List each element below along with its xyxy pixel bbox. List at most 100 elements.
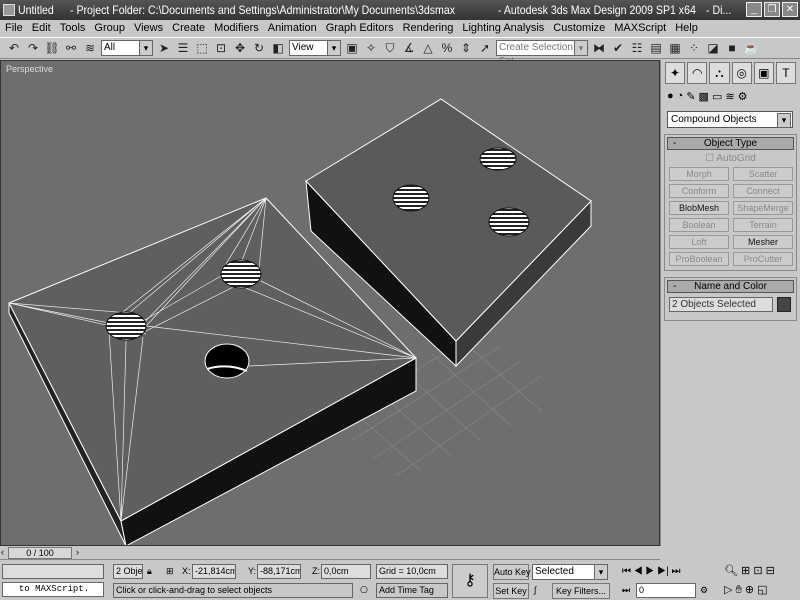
proboolean-button[interactable]: ProBoolean	[669, 252, 729, 266]
menu-graph-editors[interactable]: Graph Editors	[326, 20, 394, 37]
category-dropdown[interactable]: Compound Objects	[667, 111, 793, 128]
material-editor-icon[interactable]: ⁘	[686, 40, 702, 56]
bind-space-warp-icon[interactable]: ≋	[82, 40, 98, 56]
menu-customize[interactable]: Customize	[553, 20, 605, 37]
pivot-icon[interactable]: ▣	[344, 40, 360, 56]
helpers-icon[interactable]: ▭	[712, 90, 722, 103]
render-setup-icon[interactable]: ◪	[705, 40, 721, 56]
reference-coord-dropdown[interactable]: View	[289, 40, 341, 56]
menu-help[interactable]: Help	[675, 20, 698, 37]
shapes-icon[interactable]: ◔	[677, 90, 684, 103]
key-mode-toggle-icon[interactable]: ⏭	[622, 583, 630, 598]
rendered-frame-icon[interactable]: ■	[724, 40, 740, 56]
modify-tab-icon[interactable]: ◠	[687, 62, 708, 84]
named-selection-set-dropdown[interactable]: Create Selection Set	[496, 40, 588, 67]
play-icon[interactable]: ▶	[645, 566, 654, 577]
schematic-view-icon[interactable]: ▦	[667, 40, 683, 56]
lock-icon[interactable]: 🔒︎	[147, 564, 152, 579]
rotate-icon[interactable]: ↻	[251, 40, 267, 56]
menu-file[interactable]: File	[5, 20, 23, 37]
menu-modifiers[interactable]: Modifiers	[214, 20, 259, 37]
zoom-extents-all-icon[interactable]: ⊟	[766, 565, 775, 577]
time-slider[interactable]: ‹ 0 / 100 ›	[0, 546, 660, 560]
boolean-button[interactable]: Boolean	[669, 218, 729, 232]
time-slider-thumb[interactable]: 0 / 100	[8, 547, 72, 559]
key-mode-dropdown[interactable]: Selected	[532, 564, 608, 580]
name-color-header[interactable]: - Name and Color	[667, 280, 794, 293]
orbit-icon[interactable]: ⊕	[745, 584, 754, 596]
isolate-icon[interactable]: ⎔	[360, 583, 368, 598]
space-warps-icon[interactable]: ≋	[725, 90, 734, 103]
window-crossing-icon[interactable]: ⊡	[213, 40, 229, 56]
menu-create[interactable]: Create	[172, 20, 205, 37]
absolute-mode-icon[interactable]: ⊞	[166, 564, 174, 579]
object-type-header[interactable]: - Object Type	[667, 137, 794, 150]
curve-editor-icon[interactable]: ▤	[648, 40, 664, 56]
terrain-button[interactable]: Terrain	[733, 218, 793, 232]
selection-filter-dropdown[interactable]: All	[101, 40, 153, 56]
autogrid-checkbox[interactable]: ☐ AutoGrid	[665, 153, 796, 164]
move-icon[interactable]: ✥	[232, 40, 248, 56]
z-coordinate-field[interactable]: 0,0cm	[321, 564, 371, 579]
menu-rendering[interactable]: Rendering	[403, 20, 454, 37]
zoom-icon[interactable]: 🔍︎	[724, 565, 738, 577]
menu-maxscript[interactable]: MAXScript	[614, 20, 666, 37]
geometry-icon[interactable]: ●	[667, 90, 674, 103]
snap-icon[interactable]: ∡	[401, 40, 417, 56]
hierarchy-tab-icon[interactable]: ⛬	[709, 62, 730, 84]
systems-icon[interactable]: ⚙	[738, 90, 748, 103]
perspective-viewport[interactable]: Perspective	[0, 60, 660, 546]
minimize-button[interactable]: _	[746, 2, 762, 17]
next-frame-icon[interactable]: ▶|	[657, 566, 669, 577]
go-to-start-icon[interactable]: ⏮	[622, 566, 631, 577]
menu-animation[interactable]: Animation	[268, 20, 317, 37]
time-config-icon[interactable]: ⚙	[700, 583, 708, 598]
scale-icon[interactable]: ◧	[270, 40, 286, 56]
auto-key-button[interactable]: Auto Key	[493, 564, 531, 580]
render-icon[interactable]: ☕	[743, 40, 759, 56]
close-button[interactable]: ✕	[782, 2, 798, 17]
percent-snap-icon[interactable]: %	[439, 40, 455, 56]
angle-snap-icon[interactable]: △	[420, 40, 436, 56]
maxscript-mini-listener[interactable]	[2, 564, 104, 579]
zoom-all-icon[interactable]: ⊞	[741, 565, 750, 577]
motion-tab-icon[interactable]: ◎	[731, 62, 752, 84]
link-icon[interactable]: ⛓	[44, 40, 60, 56]
connect-button[interactable]: Connect	[733, 184, 793, 198]
undo-icon[interactable]: ↶	[6, 40, 22, 56]
current-frame-field[interactable]: 0	[636, 583, 696, 598]
zoom-extents-icon[interactable]: ⊡	[753, 565, 762, 577]
scatter-button[interactable]: Scatter	[733, 167, 793, 181]
slider-right-arrow[interactable]: ›	[76, 545, 79, 560]
set-key-icon[interactable]: ⚷	[452, 564, 488, 598]
shapemerge-button[interactable]: ShapeMerge	[733, 201, 793, 215]
slider-left-arrow[interactable]: ‹	[1, 545, 4, 560]
redo-icon[interactable]: ↷	[25, 40, 41, 56]
display-tab-icon[interactable]: ▣	[753, 62, 774, 84]
maxscript-output[interactable]: to MAXScript.	[2, 582, 104, 597]
add-time-tag[interactable]: Add Time Tag	[376, 583, 448, 598]
x-coordinate-field[interactable]: -21,814cm	[192, 564, 236, 579]
conform-button[interactable]: Conform	[669, 184, 729, 198]
key-filters-button[interactable]: Key Filters...	[552, 583, 610, 599]
fov-icon[interactable]: ▷	[724, 584, 732, 596]
y-coordinate-field[interactable]: -88,171cm	[257, 564, 301, 579]
set-key-button[interactable]: Set Key	[493, 583, 529, 599]
maximize-viewport-icon[interactable]: ◱	[757, 584, 767, 596]
pan-icon[interactable]: ✋︎	[736, 584, 742, 596]
select-by-name-icon[interactable]: ☰	[175, 40, 191, 56]
morph-button[interactable]: Morph	[669, 167, 729, 181]
procutter-button[interactable]: ProCutter	[733, 252, 793, 266]
lights-icon[interactable]: ✎	[686, 90, 695, 103]
menu-lighting-analysis[interactable]: Lighting Analysis	[462, 20, 544, 37]
utilities-tab-icon[interactable]: T	[775, 62, 797, 84]
loft-button[interactable]: Loft	[669, 235, 729, 249]
go-to-end-icon[interactable]: ⏭	[672, 566, 681, 577]
spinner-snap-icon[interactable]: ⇕	[458, 40, 474, 56]
unlink-icon[interactable]: ⚯	[63, 40, 79, 56]
menu-edit[interactable]: Edit	[32, 20, 51, 37]
mesher-button[interactable]: Mesher	[733, 235, 793, 249]
manipulate-icon[interactable]: ✧	[363, 40, 379, 56]
blobmesh-button[interactable]: BlobMesh	[669, 201, 729, 215]
object-name-field[interactable]: 2 Objects Selected	[669, 297, 773, 312]
